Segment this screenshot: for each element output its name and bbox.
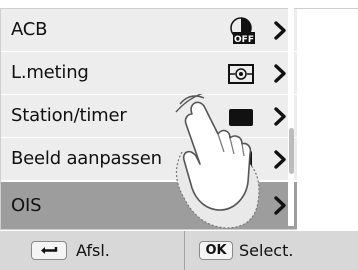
svg-text:OFF: OFF	[234, 35, 254, 45]
select-label[interactable]: Select.	[239, 231, 293, 270]
menu-scrollbar[interactable]	[288, 8, 294, 226]
menu-item-label: OIS	[11, 195, 42, 216]
back-key[interactable]	[31, 241, 67, 260]
menu-item-image-adjust[interactable]: Beeld aanpassen	[1, 138, 297, 180]
camera-menu-screen: ACB OFF L.meting Station/timer Beeld aan…	[0, 0, 358, 270]
metering-icon	[228, 64, 254, 84]
side-panel	[297, 8, 358, 228]
menu-item-label: ACB	[11, 19, 48, 40]
menu-item-label: L.meting	[11, 62, 89, 83]
bottom-bar-divider	[184, 231, 185, 270]
back-label[interactable]: Afsl.	[76, 231, 110, 270]
menu-item-drive-timer[interactable]: Station/timer	[1, 95, 297, 137]
menu-list: ACB OFF L.meting Station/timer Beeld aan…	[0, 8, 297, 230]
svg-text:OIS: OIS	[231, 210, 250, 220]
chevron-right-icon	[274, 107, 286, 126]
image-adjust-icon	[241, 151, 252, 170]
menu-item-label: Station/timer	[11, 105, 127, 126]
chevron-right-icon	[274, 21, 286, 40]
menu-item-metering[interactable]: L.meting	[1, 52, 297, 94]
scrollbar-thumb[interactable]	[289, 128, 294, 174]
drive-mode-icon	[229, 109, 253, 126]
bottom-button-bar: Afsl. OK Select.	[0, 231, 358, 270]
back-arrow-icon	[41, 247, 58, 254]
chevron-right-icon	[274, 150, 286, 169]
menu-item-ois[interactable]: OIS OIS	[1, 182, 297, 229]
ois-icon: OIS	[231, 192, 251, 220]
chevron-right-icon	[274, 64, 286, 83]
menu-item-label: Beeld aanpassen	[11, 148, 162, 169]
ok-key[interactable]: OK	[199, 241, 233, 260]
acb-off-icon: OFF	[230, 17, 255, 45]
menu-item-acb[interactable]: ACB OFF	[1, 9, 297, 51]
chevron-right-icon	[274, 196, 286, 215]
